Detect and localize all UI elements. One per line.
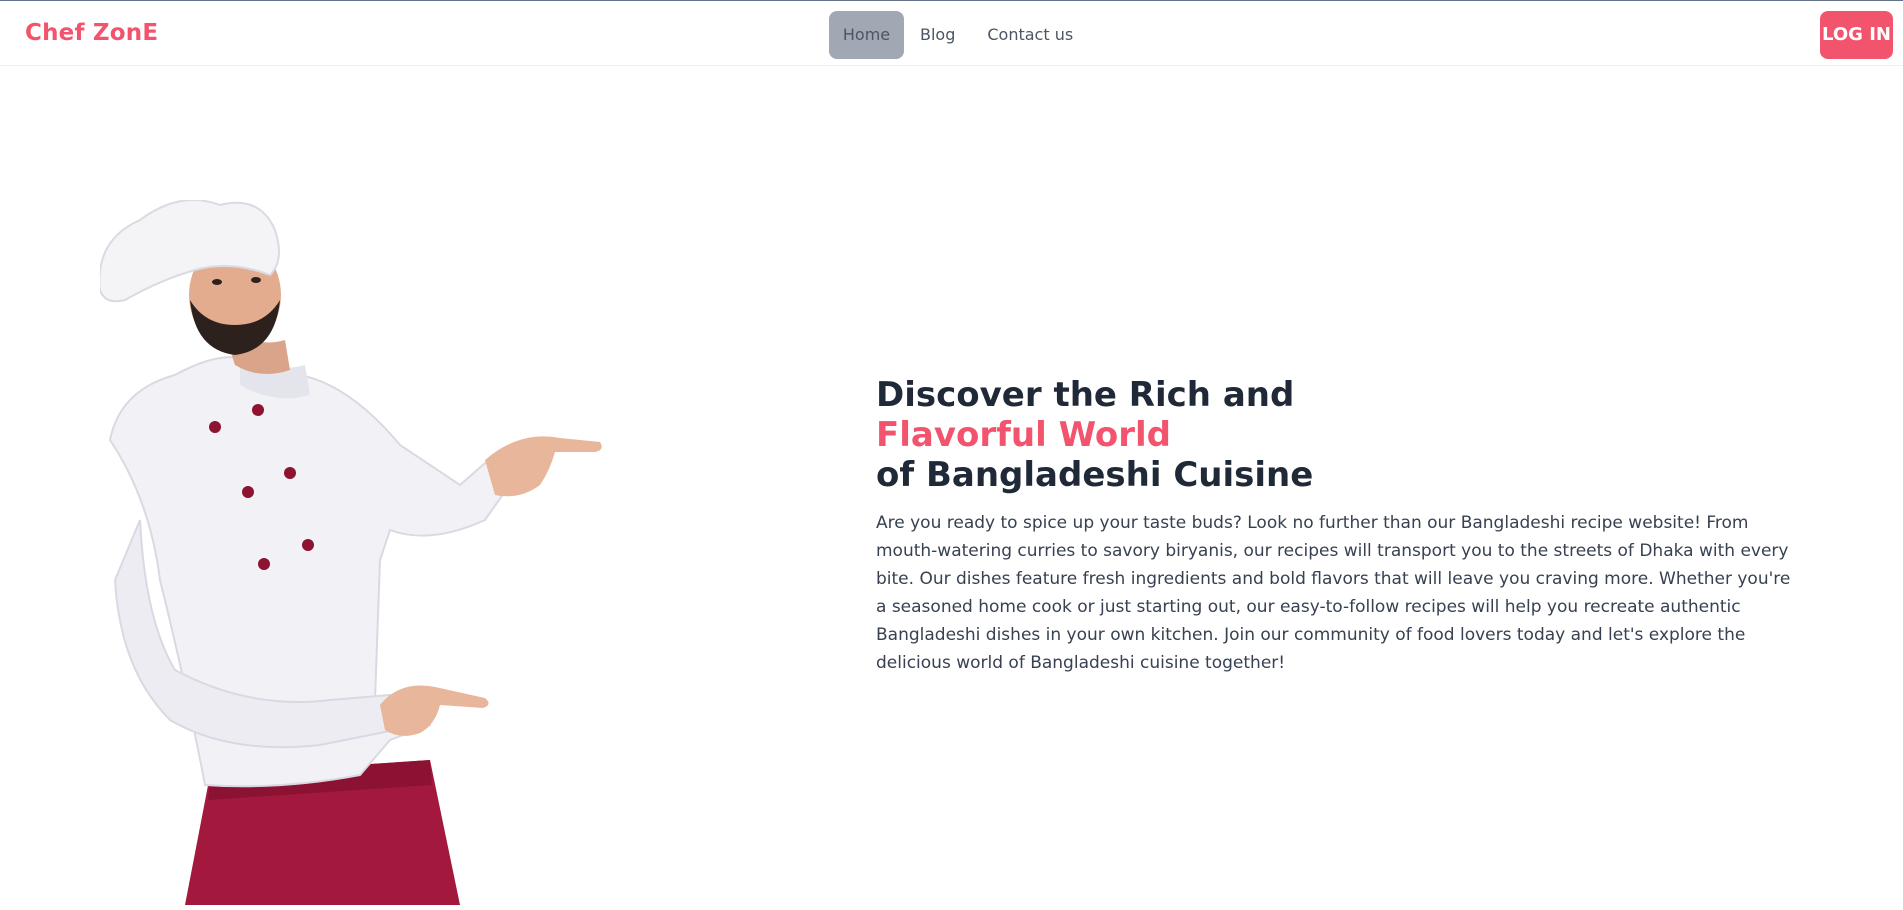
- jacket-button: [209, 421, 221, 433]
- brand-logo[interactable]: Chef ZonE: [25, 20, 158, 46]
- jacket-button: [284, 467, 296, 479]
- jacket-button: [252, 404, 264, 416]
- chef-eye: [251, 277, 261, 283]
- chef-left-hand: [380, 685, 489, 736]
- chef-eye: [212, 279, 222, 285]
- nav-item-blog[interactable]: Blog: [904, 11, 971, 59]
- hero-description: Are you ready to spice up your taste bud…: [876, 513, 1791, 673]
- nav-item-home[interactable]: Home: [829, 11, 904, 59]
- hero-section: Discover the Rich and Flavorful World of…: [876, 375, 1796, 677]
- jacket-button: [258, 558, 270, 570]
- hero-title-line3: of Bangladeshi Cuisine: [876, 455, 1314, 495]
- main-nav: Home Blog Contact us: [829, 11, 1089, 59]
- chef-right-hand: [485, 436, 602, 497]
- nav-item-contact[interactable]: Contact us: [971, 11, 1089, 59]
- hero-title: Discover the Rich and Flavorful World of…: [876, 375, 1796, 495]
- jacket-button: [242, 486, 254, 498]
- jacket-button: [302, 539, 314, 551]
- chef-illustration: [100, 200, 602, 905]
- hero-title-line1: Discover the Rich and: [876, 375, 1295, 415]
- navbar: Chef ZonE Home Blog Contact us LOG IN: [0, 0, 1903, 66]
- hero-title-accent: Flavorful World: [876, 415, 1172, 455]
- login-button[interactable]: LOG IN: [1820, 11, 1893, 59]
